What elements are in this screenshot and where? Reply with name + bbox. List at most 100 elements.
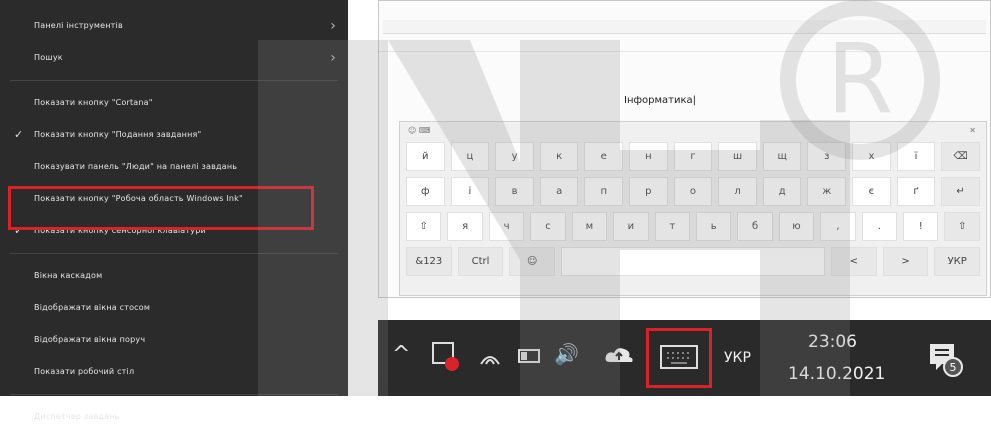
keyboard-key[interactable]: Ctrl <box>457 247 504 276</box>
keyboard-key[interactable]: щ <box>762 142 802 171</box>
menu-item[interactable]: ✓ Показати кнопку "Подання завдання" <box>0 119 348 151</box>
clock-date[interactable]: 14.10.2021 <box>788 364 885 384</box>
keyboard-key[interactable]: < <box>831 247 877 276</box>
keyboard-key[interactable]: л <box>718 177 757 206</box>
menu-item-label: Відображати вікна стосом <box>34 303 151 312</box>
keyboard-key[interactable]: ⌫ <box>941 142 980 171</box>
checkmark-icon: ✓ <box>14 128 24 141</box>
keyboard-key[interactable]: м <box>571 212 608 241</box>
chevron-up-icon[interactable]: ^ <box>392 342 410 367</box>
keyboard-row: &123 Ctrl ☺ < > УКР <box>400 247 986 276</box>
language-indicator[interactable]: УКР <box>724 350 751 366</box>
close-icon[interactable]: ✕ <box>969 126 976 135</box>
keyboard-key[interactable]: ч <box>488 212 525 241</box>
menu-item[interactable]: Пошук › <box>0 42 348 74</box>
keyboard-key[interactable]: ⇧ <box>406 212 442 241</box>
keyboard-row: ф і в а п р о л д ж є ґ ↵ <box>400 177 986 206</box>
keyboard-highlight-box <box>646 328 712 388</box>
keyboard-key[interactable]: н <box>629 142 668 171</box>
keyboard-key[interactable]: ц <box>450 142 490 171</box>
clock-time[interactable]: 23:06 <box>808 332 857 352</box>
keyboard-header: ☺ ⌨ ✕ <box>400 122 986 142</box>
keyboard-key[interactable]: ↵ <box>941 177 980 206</box>
menu-item[interactable]: Відображати вікна поруч <box>0 324 348 356</box>
menu-bar <box>379 11 990 20</box>
menu-item[interactable]: Диспетчер завдань <box>0 401 348 433</box>
emoji-icon[interactable]: ☺ ⌨ <box>408 126 430 135</box>
menu-item-label: Показати кнопку "Подання завдання" <box>34 130 202 139</box>
menu-item-label: Показати робочий стіл <box>34 367 135 376</box>
keyboard-key[interactable]: т <box>654 212 690 241</box>
menu-separator <box>10 394 338 395</box>
keyboard-key[interactable]: б <box>737 212 773 241</box>
keyboard-key[interactable]: в <box>495 177 534 206</box>
notifications-icon[interactable]: 5 <box>926 340 964 378</box>
keyboard-key[interactable]: к <box>539 142 579 171</box>
toolbar <box>383 20 986 34</box>
keyboard-key[interactable]: у <box>495 142 534 171</box>
menu-item-label: Відображати вікна поруч <box>34 335 146 344</box>
keyboard-key[interactable]: й <box>406 142 445 171</box>
keyboard-row: й ц у к е н г ш щ з х ї ⌫ <box>400 142 986 171</box>
keyboard-key[interactable]: ж <box>807 177 847 206</box>
keyboard-key[interactable]: УКР <box>934 247 981 276</box>
keyboard-key[interactable]: п <box>584 177 624 206</box>
keyboard-key[interactable]: з <box>807 142 847 171</box>
keyboard-key[interactable]: р <box>629 177 668 206</box>
keyboard-key[interactable]: і <box>450 177 490 206</box>
keyboard-key[interactable]: ⇧ <box>944 212 980 241</box>
keyboard-key[interactable]: а <box>539 177 579 206</box>
notification-center-app-icon[interactable] <box>430 340 460 374</box>
keyboard-key[interactable]: с <box>530 212 566 241</box>
keyboard-key[interactable]: , <box>820 212 856 241</box>
taskbar: ^ 🔊 УКР 23:06 14.10.2021 5 <box>378 320 991 396</box>
menu-separator <box>10 80 338 81</box>
notification-count: 5 <box>950 361 957 374</box>
keyboard-key[interactable]: . <box>861 212 898 241</box>
keyboard-key[interactable]: д <box>762 177 802 206</box>
keyboard-key[interactable]: о <box>673 177 713 206</box>
touch-keyboard: ☺ ⌨ ✕ й ц у к е н г ш щ з х ї ⌫ ф і в а п р о л д ж є ґ ↵ ⇧ я ч с м и т ь… <box>399 121 987 296</box>
keyboard-key[interactable]: и <box>613 212 649 241</box>
document-text[interactable]: Інформатика| <box>624 95 696 106</box>
chevron-right-icon: › <box>330 50 336 66</box>
keyboard-key[interactable]: ☺ <box>509 247 556 276</box>
keyboard-key[interactable]: ь <box>695 212 732 241</box>
menu-item-label: Панелі інструментів <box>34 21 123 30</box>
keyboard-key[interactable]: ґ <box>896 177 936 206</box>
document-window: Інформатика| ☺ ⌨ ✕ й ц у к е н г ш щ з х ї ⌫ ф і в а п р о л… <box>378 0 991 298</box>
highlight-box <box>8 186 314 230</box>
wifi-icon[interactable] <box>478 346 502 368</box>
taskbar-context-menu: Панелі інструментів › Пошук › Показати кнопк… <box>0 0 348 421</box>
keyboard-key[interactable]: е <box>584 142 624 171</box>
keyboard-key[interactable]: г <box>673 142 713 171</box>
menu-item[interactable]: Показати кнопку "Cortana" <box>0 87 348 119</box>
keyboard-key[interactable]: х <box>852 142 891 171</box>
volume-icon[interactable]: 🔊 <box>554 342 579 366</box>
menu-item[interactable]: Відображати вікна стосом <box>0 292 348 324</box>
keyboard-key[interactable]: я <box>447 212 483 241</box>
keyboard-key[interactable]: ! <box>903 212 939 241</box>
keyboard-key[interactable] <box>561 247 826 276</box>
keyboard-key[interactable]: є <box>852 177 891 206</box>
chevron-right-icon: › <box>330 18 336 34</box>
keyboard-key[interactable]: ф <box>406 177 445 206</box>
onedrive-cloud-icon[interactable] <box>604 344 634 366</box>
menu-item[interactable]: Вікна каскадом <box>0 260 348 292</box>
keyboard-key[interactable]: ю <box>778 212 815 241</box>
menu-item[interactable]: Показувати панель "Люди" на панелі завда… <box>0 151 348 183</box>
keyboard-key[interactable]: ї <box>896 142 936 171</box>
menu-item-label: Пошук <box>34 53 63 62</box>
menu-item-label: Показувати панель "Люди" на панелі завда… <box>34 162 238 171</box>
keyboard-key[interactable]: ш <box>718 142 757 171</box>
menu-item-label: Диспетчер завдань <box>34 412 120 421</box>
keyboard-key[interactable]: > <box>882 247 929 276</box>
menu-item[interactable]: Показати робочий стіл <box>0 356 348 388</box>
menu-separator <box>10 253 338 254</box>
keyboard-row: ⇧ я ч с м и т ь б ю,.! ⇧ <box>400 212 986 241</box>
ruler <box>379 34 990 52</box>
menu-item[interactable]: Панелі інструментів › <box>0 10 348 42</box>
battery-icon[interactable] <box>518 348 544 364</box>
menu-item-label: Показати кнопку "Cortana" <box>34 98 153 107</box>
keyboard-key[interactable]: &123 <box>406 247 452 276</box>
